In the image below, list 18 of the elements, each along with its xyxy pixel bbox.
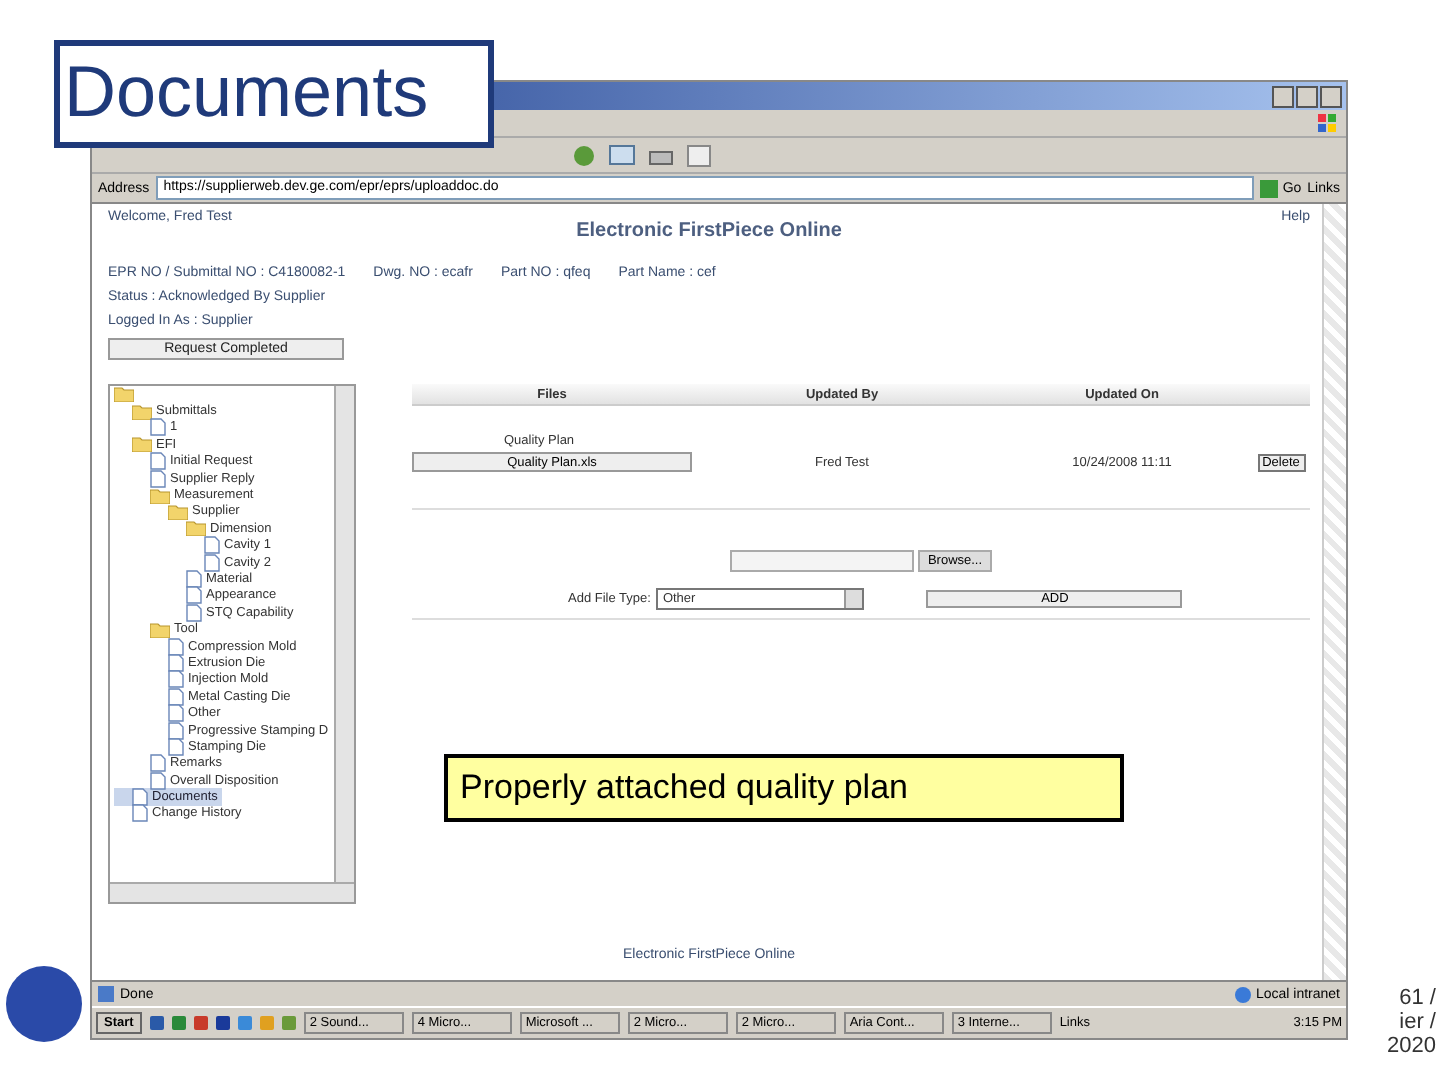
globe-icon bbox=[1233, 985, 1252, 1003]
folder-icon bbox=[150, 621, 170, 638]
slide-footer-text: ier / bbox=[1399, 1010, 1436, 1034]
slide-title: Documents bbox=[54, 40, 494, 148]
maximize-icon[interactable] bbox=[1296, 85, 1318, 107]
logo-icon bbox=[4, 964, 84, 1044]
windows-flag-icon bbox=[1318, 114, 1338, 132]
scrollbar[interactable] bbox=[110, 882, 354, 902]
minimize-icon[interactable] bbox=[1272, 85, 1294, 107]
close-icon[interactable] bbox=[1320, 85, 1342, 107]
callout-note: Properly attached quality plan bbox=[444, 754, 1124, 822]
scrollbar[interactable] bbox=[334, 386, 354, 882]
slide-footer-text: 2020 bbox=[1387, 1034, 1436, 1058]
slide-footer-text: 61 / bbox=[1399, 986, 1436, 1010]
page-title: Electronic FirstPiece Online bbox=[574, 220, 844, 242]
scrollbar[interactable] bbox=[1322, 204, 1346, 980]
file-input[interactable] bbox=[729, 550, 914, 572]
page-icon bbox=[98, 986, 114, 1002]
